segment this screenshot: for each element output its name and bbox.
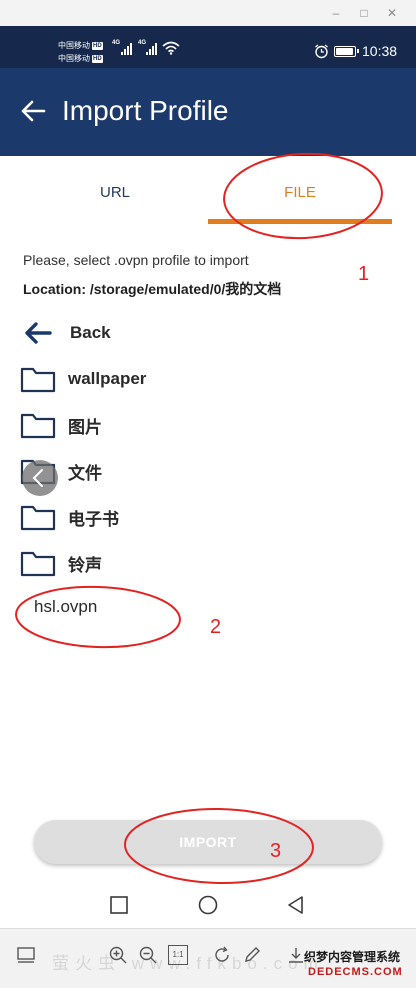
folder-icon: [20, 505, 56, 531]
maximize-icon[interactable]: □: [354, 3, 374, 23]
folder-label: 图片: [68, 417, 102, 437]
site-name: 织梦内容管理系统: [304, 950, 401, 964]
system-nav-bar: [0, 882, 416, 928]
battery-icon: [334, 46, 359, 57]
folder-label: wallpaper: [68, 369, 147, 388]
active-tab-indicator: [208, 219, 392, 224]
folder-icon: [20, 367, 56, 393]
square-icon[interactable]: [108, 894, 130, 916]
page-title: Import Profile: [62, 95, 229, 126]
arrow-left-icon: [25, 322, 52, 344]
edit-icon[interactable]: [242, 945, 262, 965]
carrier-name-2: 中国移动: [58, 54, 90, 63]
carrier-name-1: 中国移动: [58, 41, 90, 50]
wifi-icon: [162, 41, 180, 55]
triangle-back-icon[interactable]: [285, 894, 307, 916]
panel-icon[interactable]: [16, 945, 36, 965]
annotation-number-1: 1: [358, 263, 370, 285]
network-type: 4G: [112, 40, 121, 46]
back-label: Back: [70, 323, 111, 342]
zoom-in-icon[interactable]: [108, 945, 128, 965]
status-bar: 中国移动 HD 中国移动 HD 4G 4G 10:38: [0, 26, 416, 68]
actual-size-icon[interactable]: 1:1: [168, 945, 188, 965]
folder-icon: [20, 551, 56, 577]
chevron-left-icon: [32, 469, 43, 487]
carrier-label-2: 中国移动 HD: [58, 53, 103, 64]
current-location: Location: /storage/emulated/0/我的文档: [23, 281, 282, 297]
back-button[interactable]: Back: [20, 313, 400, 353]
site-domain: DEDECMS.COM: [308, 966, 403, 978]
annotation-number-2: 2: [210, 616, 222, 638]
folder-item[interactable]: wallpaper: [20, 359, 400, 399]
signal-icon: [146, 43, 157, 55]
hd-badge: HD: [92, 55, 103, 63]
folder-item[interactable]: 电子书: [20, 497, 400, 537]
arrow-left-icon[interactable]: [20, 98, 46, 124]
image-viewer-toolbar: 萤火虫 www.ffkbo.com 1:1 织梦内容管理系统 DEDECMS.C…: [0, 928, 416, 988]
folder-item[interactable]: 图片: [20, 405, 400, 445]
folder-icon: [20, 413, 56, 439]
alarm-icon: [315, 44, 328, 59]
zoom-out-icon[interactable]: [138, 945, 158, 965]
window-title-bar: – □ ✕: [0, 0, 416, 26]
ovpn-file-item[interactable]: hsl.ovpn: [34, 597, 97, 617]
site-watermark-badge: 织梦内容管理系统 DEDECMS.COM: [304, 949, 410, 983]
tab-file[interactable]: FILE: [208, 156, 392, 226]
minimize-icon[interactable]: –: [326, 3, 346, 23]
status-clock: 10:38: [362, 43, 398, 59]
annotation-ellipse-ovpn-file: [15, 585, 181, 649]
download-icon[interactable]: [286, 945, 306, 965]
import-prompt: Please, select .ovpn profile to import: [23, 252, 249, 268]
battery-level: [336, 48, 353, 55]
folder-label: 电子书: [68, 509, 119, 529]
source-tabs: URL FILE: [0, 156, 416, 226]
folder-label: 文件: [68, 463, 102, 483]
circle-icon[interactable]: [197, 894, 219, 916]
folder-item[interactable]: 文件: [20, 451, 400, 491]
signal-icon: [121, 43, 132, 55]
annotation-number-3: 3: [270, 840, 282, 862]
folder-label: 铃声: [68, 555, 102, 575]
network-type: 4G: [138, 40, 147, 46]
folder-item[interactable]: 铃声: [20, 543, 400, 583]
import-button[interactable]: IMPORT: [34, 820, 382, 864]
floating-back-handle[interactable]: [22, 460, 58, 496]
close-icon[interactable]: ✕: [382, 3, 402, 23]
carrier-label-1: 中国移动 HD: [58, 40, 103, 51]
rotate-icon[interactable]: [212, 945, 232, 965]
hd-badge: HD: [92, 42, 103, 50]
tab-url[interactable]: URL: [20, 156, 210, 226]
app-bar: Import Profile: [0, 68, 416, 156]
